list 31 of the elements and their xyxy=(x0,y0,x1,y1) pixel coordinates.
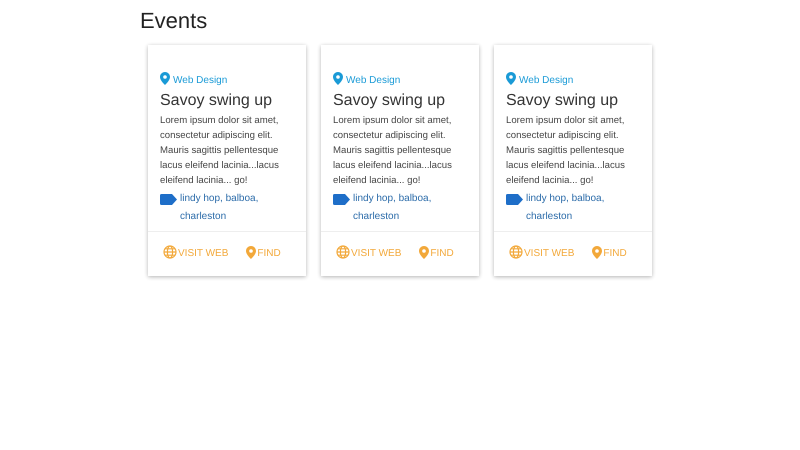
visit-web-button[interactable]: VISIT WEB xyxy=(336,245,402,259)
find-button[interactable]: FIND xyxy=(246,245,281,259)
pin-icon xyxy=(333,72,343,85)
category-label: Web Design xyxy=(519,75,574,86)
tags-link[interactable]: lindy hop, balboa, charleston xyxy=(180,190,275,226)
event-title: Savoy swing up xyxy=(506,92,620,110)
tags-link[interactable]: lindy hop, balboa, charleston xyxy=(526,190,621,226)
globe-icon xyxy=(163,245,177,259)
pin-icon xyxy=(592,246,602,259)
pin-icon xyxy=(246,246,256,259)
event-title: Savoy swing up xyxy=(160,92,274,110)
globe-icon xyxy=(509,245,523,259)
visit-web-button[interactable]: VISIT WEB xyxy=(509,245,574,259)
visit-web-button[interactable]: VISIT WEB xyxy=(163,245,228,259)
find-button[interactable]: FIND xyxy=(592,245,627,259)
tag-icon xyxy=(333,194,350,205)
event-description: Lorem ipsum dolor sit amet, consectetur adipiscing elit. Mauris sagittis pellentesque lacus eleifend lacinia...lacus eleifend lacinia... go! xyxy=(506,114,626,188)
pin-icon xyxy=(160,72,170,85)
globe-icon xyxy=(336,245,350,259)
tag-icon xyxy=(160,194,177,205)
find-button[interactable]: FIND xyxy=(419,245,454,259)
pin-icon xyxy=(419,246,430,259)
event-description: Lorem ipsum dolor sit amet, consectetur adipiscing elit. Mauris sagittis pellentesque lacus eleifend lacinia...lacus eleifend lacinia... go! xyxy=(333,114,453,188)
pin-icon xyxy=(506,72,516,85)
category-label: Web Design xyxy=(346,75,400,86)
page-title: Events xyxy=(140,8,208,34)
event-title: Savoy swing up xyxy=(333,92,446,110)
tag-icon xyxy=(506,194,523,205)
tags-link[interactable]: lindy hop, balboa, charleston xyxy=(353,190,448,226)
event-description: Lorem ipsum dolor sit amet, consectetur adipiscing elit. Mauris sagittis pellentesque lacus eleifend lacinia...lacus eleifend lacinia... go! xyxy=(160,114,280,188)
category-label: Web Design xyxy=(173,75,228,86)
